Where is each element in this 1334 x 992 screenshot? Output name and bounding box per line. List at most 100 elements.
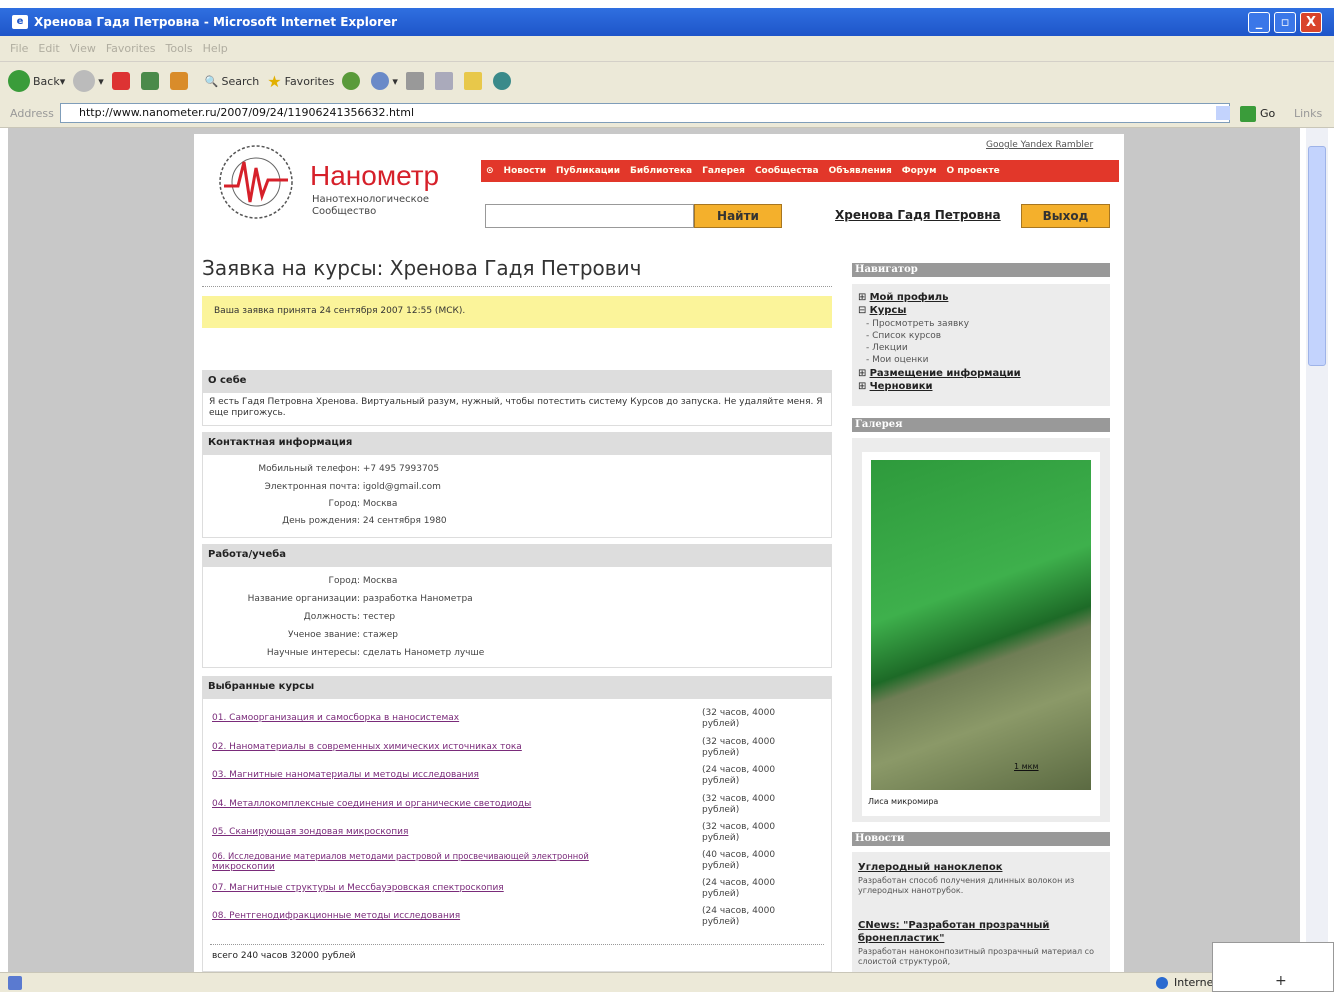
minimize-button[interactable]: _	[1248, 12, 1270, 33]
course-link[interactable]: 01. Самоорганизация и самосборка в нанос…	[212, 713, 459, 723]
news-text: Разработан наноконпозитный прозрачный ма…	[858, 947, 1094, 966]
folder-icon	[463, 72, 482, 90]
gallery-photo[interactable]	[871, 460, 1091, 790]
globe-icon	[1156, 977, 1168, 989]
address-input[interactable]: http://www.nanometer.ru/2007/09/24/11906…	[60, 103, 1230, 123]
course-link[interactable]: 08. Рентгенодифракционные методы исследо…	[212, 911, 460, 921]
folder-button[interactable]	[463, 72, 485, 90]
nav-sub-view-request[interactable]: - Просмотреть заявку	[866, 319, 969, 329]
user-profile-link[interactable]: Хренова Гадя Петровна	[835, 208, 1001, 222]
collapse-icon[interactable]: ⊟	[858, 305, 870, 316]
nav-home-icon[interactable]: ⊙	[486, 166, 494, 176]
nav-my-profile[interactable]: ⊞ Мой профиль	[858, 292, 948, 303]
work-header: Работа/учеба	[202, 544, 832, 566]
course-link[interactable]: 05. Сканирующая зондовая микроскопия	[212, 827, 408, 837]
title-divider	[202, 286, 832, 287]
course-link[interactable]: 03. Магнитные наноматериалы и методы исс…	[212, 770, 479, 780]
find-button[interactable]: Найти	[694, 204, 782, 228]
history-icon	[342, 72, 361, 90]
favorites-button[interactable]: ★ Favorites	[267, 72, 334, 91]
home-button[interactable]	[169, 72, 191, 90]
contact-row: Мобильный телефон: +7 495 7993705	[258, 464, 440, 474]
logout-button[interactable]: Выход	[1021, 204, 1110, 228]
nav-courses[interactable]: ⊟ Курсы	[858, 305, 906, 316]
course-link[interactable]: 07. Магнитные структуры и Мессбауэровска…	[212, 883, 504, 893]
forward-arrow-icon	[73, 70, 96, 92]
work-row: Город: Москва	[328, 576, 398, 586]
browser-toolbar: Back ▾ ▾ 🔍 Search ★ Favorites ▾	[0, 62, 1334, 100]
work-row: Должность: тестер	[303, 612, 396, 622]
nav-info-placement[interactable]: ⊞ Размещение информации	[858, 368, 1021, 379]
nav-sub-lectures[interactable]: - Лекции	[866, 343, 908, 353]
history-button[interactable]	[342, 72, 363, 90]
photo-scale: 1 мкм	[1014, 762, 1039, 771]
scrollbar-thumb[interactable]	[1308, 146, 1326, 366]
messenger-button[interactable]	[492, 72, 514, 90]
about-header: О себе	[202, 370, 832, 392]
messenger-icon	[492, 72, 511, 90]
back-button[interactable]: Back ▾	[8, 70, 65, 92]
site-search-input[interactable]	[485, 204, 694, 228]
course-link-cont[interactable]: микроскопии	[212, 862, 275, 872]
maximize-button[interactable]: ▫	[1274, 12, 1296, 33]
course-duration: (32 часов, 4000 рублей)	[702, 794, 776, 815]
courses-header: Выбранные курсы	[202, 676, 832, 698]
menu-view[interactable]: View	[70, 42, 96, 55]
search-button[interactable]: 🔍 Search	[205, 75, 260, 88]
edit-button[interactable]	[434, 72, 456, 90]
course-link[interactable]: 04. Металлокомплексные соединения и орга…	[212, 799, 531, 809]
refresh-button[interactable]	[140, 72, 162, 90]
plus-icon: +	[1275, 973, 1287, 989]
expand-icon[interactable]: ⊞	[858, 292, 870, 303]
news-link-cont[interactable]: бронепластик"	[858, 933, 944, 944]
nav-gallery[interactable]: Галерея	[702, 166, 745, 176]
nanometer-logo-icon	[219, 145, 293, 219]
expand-icon[interactable]: ⊞	[858, 381, 870, 392]
menu-file[interactable]: File	[10, 42, 28, 55]
contact-row: Город: Москва	[328, 499, 398, 509]
nav-news[interactable]: Новости	[504, 166, 546, 176]
news-link[interactable]: Углеродный наноклепок	[858, 862, 1002, 873]
nav-ads[interactable]: Объявления	[829, 166, 892, 176]
search-engine-links[interactable]: Google Yandex Rambler	[986, 140, 1093, 150]
photo-caption: Лиса микромира	[868, 797, 939, 806]
contact-header: Контактная информация	[202, 432, 832, 454]
expand-icon[interactable]: ⊞	[858, 368, 870, 379]
course-link[interactable]: 06. Исследование материалов методами рас…	[212, 851, 589, 861]
nav-communities[interactable]: Сообщества	[755, 166, 819, 176]
search-icon: 🔍	[204, 74, 219, 88]
print-button[interactable]	[405, 72, 427, 90]
nav-sub-course-list[interactable]: - Список курсов	[866, 331, 941, 341]
nav-about[interactable]: О проекте	[947, 166, 1000, 176]
stop-button[interactable]	[111, 72, 133, 90]
menu-tools[interactable]: Tools	[166, 42, 193, 55]
news-text: Разработан способ получения длинных воло…	[858, 876, 1075, 895]
site-logo-title[interactable]: Нанометр	[310, 160, 439, 192]
stop-icon	[111, 72, 130, 90]
vertical-scrollbar[interactable]	[1306, 128, 1328, 972]
menu-favorites[interactable]: Favorites	[106, 42, 156, 55]
nav-forum[interactable]: Форум	[902, 166, 937, 176]
go-icon[interactable]	[1240, 106, 1256, 122]
nav-library[interactable]: Библиотека	[630, 166, 692, 176]
address-bar: Address http://www.nanometer.ru/2007/09/…	[0, 100, 1334, 128]
course-duration: (40 часов, 4000 рублей)	[702, 850, 776, 871]
news-link[interactable]: CNews: "Разработан прозрачный	[858, 920, 1049, 931]
menu-edit[interactable]: Edit	[38, 42, 59, 55]
window-title: Хренова Гадя Петровна - Microsoft Intern…	[34, 15, 398, 29]
links-label[interactable]: Links	[1294, 107, 1322, 120]
mail-button[interactable]: ▾	[371, 72, 398, 90]
mail-icon	[371, 72, 390, 90]
menu-help[interactable]: Help	[203, 42, 228, 55]
close-button[interactable]: X	[1300, 12, 1322, 33]
course-link[interactable]: 02. Наноматериалы в современных химическ…	[212, 742, 522, 752]
course-duration: (32 часов, 4000 рублей)	[702, 737, 776, 758]
address-dropdown-icon[interactable]	[1216, 106, 1230, 120]
nav-publications[interactable]: Публикации	[556, 166, 620, 176]
work-row: Научные интересы: сделать Нанометр лучше	[266, 648, 485, 658]
nav-drafts[interactable]: ⊞ Черновики	[858, 381, 933, 392]
go-button[interactable]: Go	[1260, 107, 1275, 120]
nav-sub-grades[interactable]: - Мои оценки	[866, 355, 928, 365]
forward-button[interactable]: ▾	[73, 70, 104, 92]
home-icon	[169, 72, 188, 90]
